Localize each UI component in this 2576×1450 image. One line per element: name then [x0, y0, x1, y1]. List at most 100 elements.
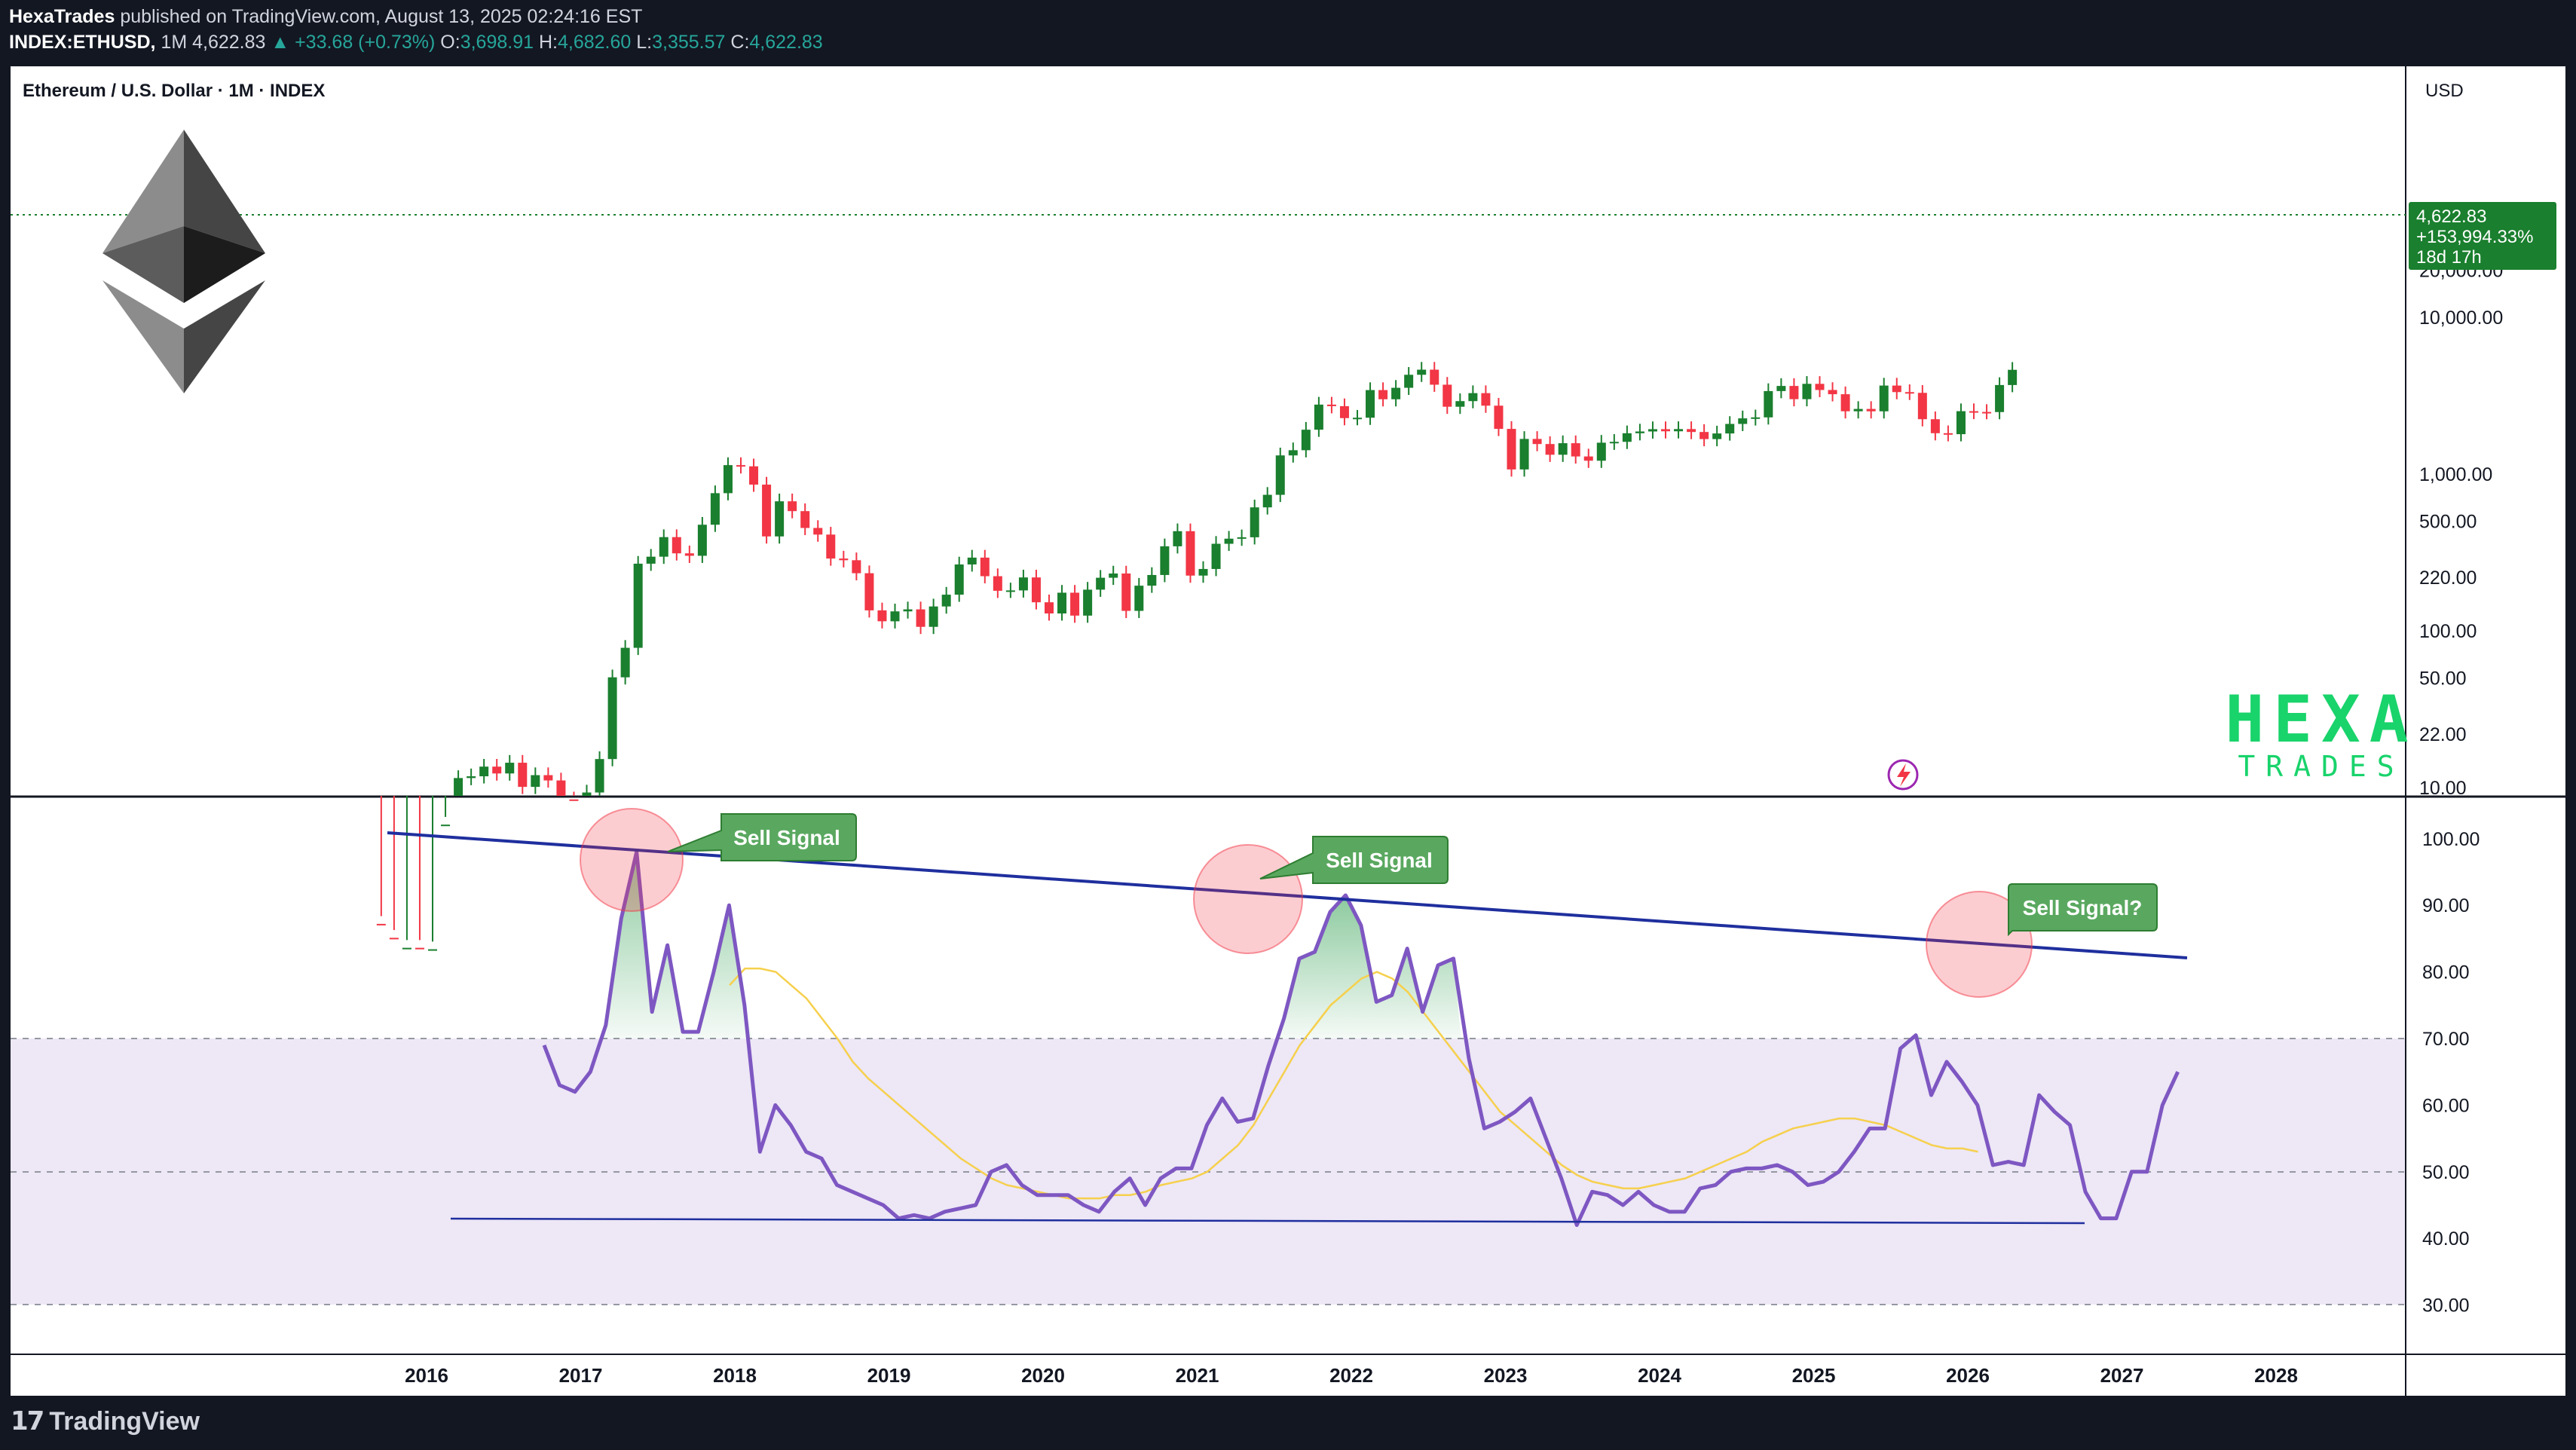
time-tick-label: 2020 [1021, 1364, 1065, 1387]
rsi-tick-label: 60.00 [2422, 1095, 2470, 1116]
candle-up [1237, 537, 1247, 539]
candle-down [492, 766, 502, 774]
candle-up [1109, 573, 1118, 578]
candle-up [1366, 390, 1375, 418]
rsi-tick-label: 100.00 [2422, 829, 2480, 850]
candle-up [1288, 450, 1298, 456]
price-tick-label: 220.00 [2419, 567, 2477, 589]
candle-up [1134, 586, 1144, 611]
candle-up [479, 766, 489, 777]
chart-canvas[interactable]: Ethereum / U.S. Dollar · 1M · INDEX USD … [0, 0, 2576, 1450]
candle-down [852, 560, 861, 574]
candle-down [839, 558, 849, 561]
candle-down [916, 609, 925, 627]
candle-up [1147, 574, 1157, 586]
candle-down [1828, 390, 1837, 395]
candle-down [877, 610, 887, 622]
candle-up [1391, 387, 1401, 399]
candle-down [826, 534, 836, 559]
candle-up [1404, 375, 1414, 388]
callout-label: Sell Signal [1326, 849, 1433, 872]
price-tag-value: 4,622.83 [2416, 206, 2486, 227]
candle-up [646, 556, 656, 564]
candle-up [1005, 590, 1015, 592]
signal-circle[interactable] [1193, 844, 1303, 954]
currency-label[interactable]: USD [2425, 81, 2464, 101]
callout-label: Sell Signal? [2023, 896, 2143, 919]
candle-down [1494, 405, 1504, 430]
candle-up [1173, 531, 1182, 546]
candle-up [1468, 393, 1478, 402]
candle-up [710, 493, 720, 525]
candle-up [1275, 455, 1285, 495]
candle-down [864, 573, 874, 610]
candle-up [954, 564, 964, 595]
candle-up [633, 563, 643, 648]
candle-down [1917, 393, 1927, 420]
candle-up [1057, 592, 1067, 613]
time-tick-label: 2027 [2100, 1364, 2144, 1387]
sell-signal-question-callout[interactable]: Sell Signal? [2008, 883, 2158, 937]
candle-up [1635, 431, 1644, 433]
candle-up [697, 525, 707, 556]
candle-down [1699, 432, 1709, 439]
price-tick-label: 10.00 [2419, 778, 2467, 799]
candle-up [1262, 494, 1272, 508]
chart-title: Ethereum / U.S. Dollar · 1M · INDEX [23, 81, 325, 101]
candle-down [1661, 429, 1670, 432]
candle-up [890, 611, 900, 622]
candle-down [1866, 408, 1876, 411]
time-tick-label: 2016 [405, 1364, 448, 1387]
candle-down [1031, 577, 1041, 603]
candle-up [1198, 568, 1208, 576]
time-tick-label: 2028 [2254, 1364, 2298, 1387]
candle-up [2008, 369, 2018, 385]
last-price-tag[interactable]: 4,622.83 +153,994.33% 18d 17h [2409, 202, 2556, 270]
candle-up [1674, 429, 1684, 432]
rsi-tick-label: 70.00 [2422, 1029, 2470, 1050]
time-tick-label: 2019 [867, 1364, 911, 1387]
candle-down [736, 465, 745, 467]
candle-down [1930, 419, 1940, 433]
candle-up [1211, 543, 1221, 569]
candle-up [775, 501, 785, 537]
candle-down [1892, 385, 1901, 393]
candle-down [389, 938, 399, 940]
candle-down [980, 557, 990, 577]
candle-up [1596, 442, 1606, 461]
candle-up [607, 677, 617, 760]
time-tick-label: 2022 [1329, 1364, 1373, 1387]
time-tick-label: 2023 [1484, 1364, 1528, 1387]
candle-up [1995, 384, 2005, 412]
candle-up [1764, 390, 1773, 418]
time-tick-label: 2021 [1176, 1364, 1219, 1387]
candle-down [813, 528, 823, 535]
candle-up [1314, 404, 1323, 430]
candle-up [454, 778, 463, 796]
candle-down [749, 466, 759, 485]
candle-up [1879, 385, 1889, 411]
candle-down [376, 923, 386, 925]
signal-circle[interactable] [580, 808, 684, 912]
candle-down [1532, 439, 1542, 445]
candle-down [1943, 433, 1953, 435]
candle-up [582, 792, 592, 796]
candle-up [1096, 577, 1106, 590]
candle-down [556, 780, 566, 796]
tradingview-logo[interactable]: 𝟭𝟳 TradingView [11, 1406, 200, 1436]
candle-up [929, 606, 938, 627]
candle-up [1558, 443, 1568, 455]
candle-down [1982, 411, 1992, 414]
candle-down [1840, 394, 1850, 411]
callout-label: Sell Signal [733, 826, 840, 849]
candle-down [1442, 384, 1452, 407]
candle-up [1353, 418, 1362, 420]
candle-down [1070, 592, 1080, 616]
candle-down [1969, 411, 1978, 413]
candle-down [1571, 443, 1580, 457]
candle-down [1430, 369, 1439, 385]
candle-up [941, 595, 951, 607]
price-tick-label: 10,000.00 [2419, 307, 2503, 329]
rsi-tick-label: 40.00 [2422, 1228, 2470, 1250]
candle-up [505, 763, 515, 774]
